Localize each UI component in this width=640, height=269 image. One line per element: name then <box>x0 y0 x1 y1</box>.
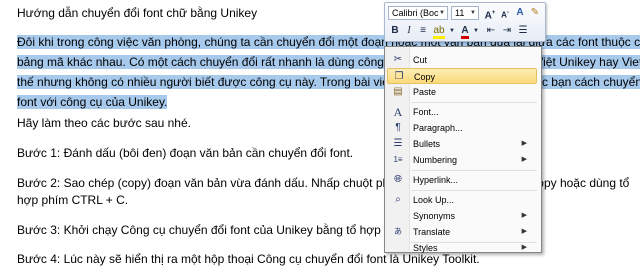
increase-indent-icon[interactable]: ⇥ <box>500 24 514 38</box>
paragraph-line-2: bảng mã khác nhau. Có một cách chuyển đổ… <box>17 52 640 72</box>
menu-item-label: Font... <box>413 107 439 117</box>
menu-item-copy[interactable]: ❐ Copy <box>387 68 537 84</box>
highlight-color-icon[interactable]: ab <box>432 24 446 39</box>
menu-item-numbering[interactable]: 1≡ Numbering ▶ <box>387 152 537 168</box>
menu-item-label: Styles <box>413 243 438 253</box>
scissors-icon: ✂ <box>393 54 403 65</box>
font-name-value: Calibri (Boc <box>392 8 439 18</box>
menu-item-hyperlink[interactable]: 🌐︎ Hyperlink... <box>387 172 537 188</box>
numbering-icon: 1≡ <box>393 155 403 164</box>
copy-icon: ❐ <box>394 71 404 82</box>
menu-item-label: Bullets <box>413 139 441 149</box>
menu-item-font[interactable]: A Font... <box>387 104 537 120</box>
menu-item-label: Cut <box>413 55 428 65</box>
chevron-down-icon[interactable]: ▼ <box>438 8 446 18</box>
menu-item-label: Hyperlink... <box>413 175 459 185</box>
menu-item-styles[interactable]: Styles ▶ <box>387 243 537 253</box>
paragraph-icon: ¶ <box>395 122 401 133</box>
menu-item-label: Paragraph... <box>413 123 463 133</box>
grow-font-icon[interactable]: A+ <box>483 6 497 21</box>
font-size-combo[interactable]: 11 ▼ <box>451 6 479 20</box>
font-icon: A <box>393 105 403 119</box>
step-1-text: Bước 1: Đánh dấu (bôi đen) đoạn văn bản … <box>17 146 354 160</box>
paste-icon: ▤ <box>393 86 403 97</box>
bullets-icon[interactable]: ☰ <box>516 24 530 38</box>
bold-icon[interactable]: B <box>388 24 402 38</box>
chevron-down-icon[interactable]: ▼ <box>448 24 456 38</box>
align-center-icon[interactable]: ≡ <box>416 24 430 38</box>
menu-separator <box>411 190 537 191</box>
submenu-arrow-icon: ▶ <box>521 212 527 219</box>
menu-item-label: Copy <box>414 72 436 82</box>
hyperlink-icon: 🌐︎ <box>394 174 402 185</box>
format-painter-icon[interactable]: ✎ <box>528 6 542 20</box>
menu-item-label: Numbering <box>413 155 458 165</box>
paragraph-line-3: thế nhưng không có nhiều người biết được… <box>17 72 640 92</box>
translate-icon: あ <box>394 227 402 236</box>
chevron-down-icon[interactable]: ▼ <box>469 8 477 18</box>
menu-item-cut[interactable]: ✂ Cut <box>387 52 537 68</box>
menu-separator <box>411 102 537 103</box>
submenu-arrow-icon: ▶ <box>521 140 527 147</box>
font-color-icon[interactable]: A <box>458 24 472 39</box>
paragraph-line-1: Đôi khi trong công việc văn phòng, chúng… <box>17 32 640 52</box>
submenu-arrow-icon: ▶ <box>521 156 527 163</box>
submenu-arrow-icon: ▶ <box>521 244 527 251</box>
decrease-indent-icon[interactable]: ⇤ <box>484 24 498 38</box>
menu-item-translate[interactable]: あ Translate ▶ <box>387 224 537 240</box>
menu-item-label: Paste <box>413 87 437 97</box>
bullets-icon: ☰ <box>393 138 403 149</box>
italic-icon[interactable]: I <box>402 24 416 38</box>
font-size-value: 11 <box>455 8 465 18</box>
step-2-text-line-2: hợp phím CTRL + C. <box>17 193 129 207</box>
menu-item-paste[interactable]: ▤ Paste <box>387 84 537 100</box>
menu-item-look-up[interactable]: ⌕ Look Up... <box>387 192 537 208</box>
chevron-down-icon[interactable]: ▼ <box>472 24 480 38</box>
menu-item-label: Translate <box>413 227 451 237</box>
submenu-arrow-icon: ▶ <box>521 228 527 235</box>
context-menu: ✂ Cut ❐ Copy ▤ Paste A Font... ¶ Paragra… <box>384 46 542 253</box>
font-name-combo[interactable]: Calibri (Boc ▼ <box>388 6 448 20</box>
menu-item-label: Synonyms <box>413 211 456 221</box>
mini-toolbar: Calibri (Boc ▼ 11 ▼ A+ A- A ✎ B I ≡ ab ▼… <box>384 2 546 42</box>
paragraph-line-4: font với công cụ của Unikey. <box>17 95 168 109</box>
menu-separator <box>411 170 537 171</box>
menu-item-label: Look Up... <box>413 195 455 205</box>
styles-icon[interactable]: A <box>513 6 527 20</box>
intro-text: Hãy làm theo các bước sau nhé. <box>17 116 191 130</box>
lookup-icon: ⌕ <box>395 194 401 205</box>
menu-item-bullets[interactable]: ☰ Bullets ▶ <box>387 136 537 152</box>
shrink-font-icon[interactable]: A- <box>498 6 512 20</box>
menu-item-paragraph[interactable]: ¶ Paragraph... <box>387 120 537 136</box>
menu-item-synonyms[interactable]: Synonyms ▶ <box>387 208 537 224</box>
document-title: Hướng dẫn chuyển đổi font chữ bằng Unike… <box>17 6 258 20</box>
